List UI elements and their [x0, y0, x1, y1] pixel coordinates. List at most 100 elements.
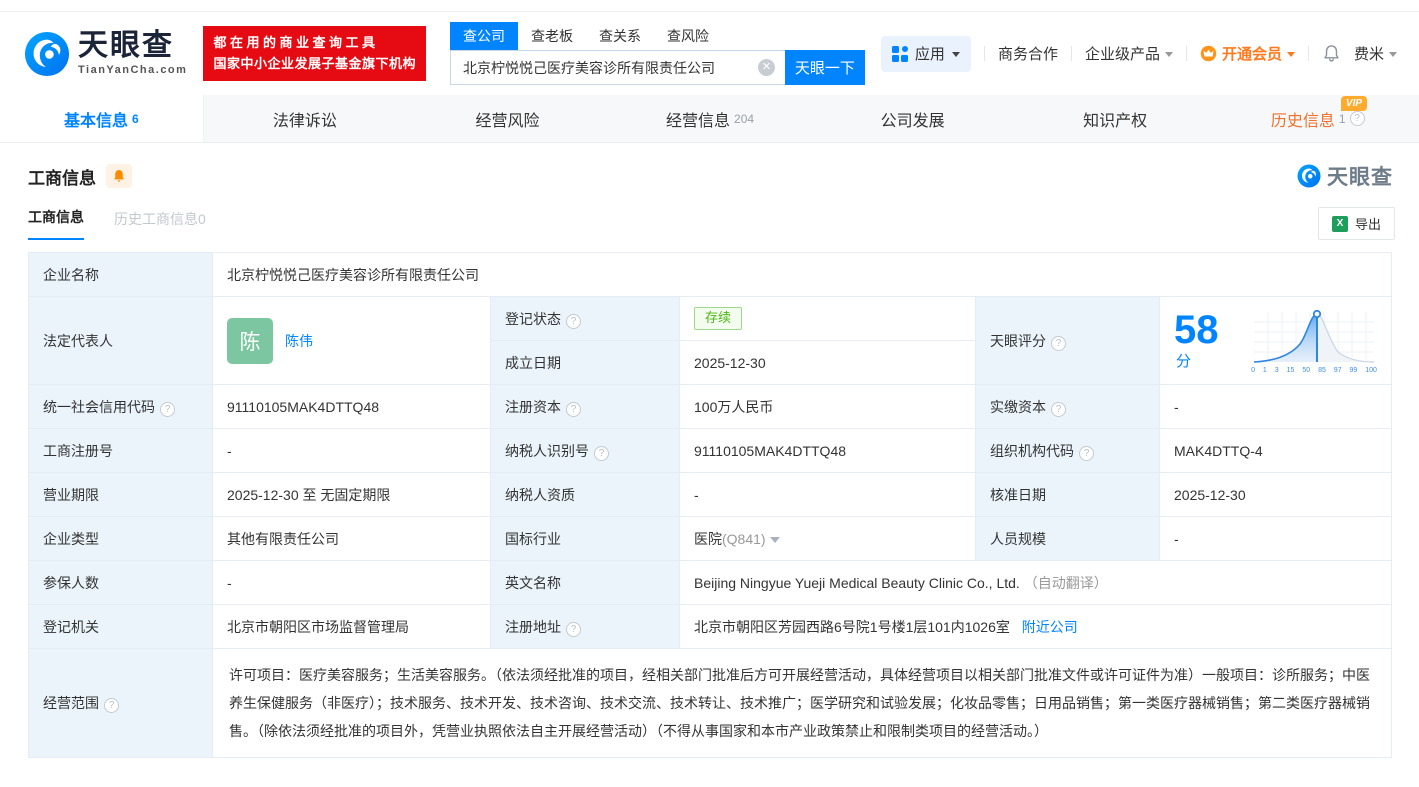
tab-label: 基本信息 [63, 112, 128, 130]
help-icon[interactable]: ? [1051, 335, 1066, 351]
business-term-label: 营业期限 [43, 486, 99, 503]
tab-intellectual-property[interactable]: 知识产权 [1014, 95, 1217, 142]
tianyancha-logo[interactable]: 天眼查 TianYanCha.com [24, 31, 187, 77]
search-button[interactable]: 天眼一下 [784, 50, 865, 85]
score-axis-ticks: 01 3 15 50 85 97 99 100 [1251, 366, 1377, 374]
tab-label: 知识产权 [1083, 112, 1148, 130]
business-info-table: 企业名称 北京柠悦悦己医疗美容诊所有限责任公司 法定代表人 陈 陈伟 登记状态?… [28, 252, 1393, 758]
divider [983, 46, 985, 61]
open-vip-label: 开通会员 [1221, 46, 1282, 63]
apps-menu-button[interactable]: 应用 [880, 35, 971, 72]
help-icon[interactable]: ? [1349, 111, 1365, 126]
english-name-note: （自动翻译） [1023, 574, 1108, 591]
open-vip-menu[interactable]: 开通会员 [1200, 43, 1295, 64]
promo-banner: 都在用的商业查询工具 国家中小企业发展子基金旗下机构 [203, 26, 426, 81]
apps-label: 应用 [914, 46, 945, 63]
search-tabs: 查公司 查老板 查关系 查风险 [449, 22, 865, 50]
table-row: 登记机关 北京市朝阳区市场监督管理局 注册地址? 北京市朝阳区芳园西路6号院1号… [28, 604, 1393, 649]
tianyancha-watermark-icon [1297, 164, 1321, 188]
apps-grid-icon [891, 45, 908, 62]
tab-history-info[interactable]: VIP 历史信息 1 ? [1216, 95, 1419, 142]
biz-cooperation-link[interactable]: 商务合作 [998, 43, 1058, 64]
help-icon[interactable]: ? [1051, 401, 1066, 417]
help-icon[interactable]: ? [594, 445, 609, 461]
section-title: 工商信息 [28, 168, 96, 188]
insured-count-label: 参保人数 [43, 574, 99, 591]
subtab-business-info[interactable]: 工商信息 [28, 207, 84, 240]
tab-basic-info[interactable]: 基本信息 6 [0, 95, 204, 142]
english-name-value: Beijing Ningyue Yueji Medical Beauty Cli… [694, 574, 1020, 591]
tab-count: 1 [1338, 111, 1346, 126]
help-icon[interactable]: ? [104, 698, 119, 713]
uscc-value: 91110105MAK4DTTQ48 [227, 398, 380, 415]
table-row: 参保人数 - 英文名称 Beijing Ningyue Yueji Medica… [28, 560, 1393, 605]
nearby-companies-link[interactable]: 附近公司 [1022, 619, 1078, 635]
tianyan-score: 58分 0 1 3 15 50 85 97 99 100 [1174, 304, 1377, 378]
tab-label: 公司发展 [880, 112, 945, 130]
search-tab-boss[interactable]: 查老板 [518, 22, 586, 50]
help-icon[interactable]: ? [566, 313, 581, 329]
subtab-row: 工商信息 历史工商信息0 X 导出 [0, 191, 1419, 240]
notification-bell-icon[interactable] [1322, 44, 1341, 63]
company-name-label: 企业名称 [43, 266, 99, 283]
help-icon[interactable]: ? [1079, 445, 1094, 461]
company-nav-tabs: 基本信息 6 法律诉讼 经营风险 经营信息 204 公司发展 知识产权 VIP … [0, 95, 1419, 143]
clear-search-icon[interactable]: ✕ [757, 59, 775, 76]
export-button[interactable]: X 导出 [1317, 207, 1395, 240]
legal-rep-avatar[interactable]: 陈 [227, 317, 273, 364]
chevron-down-icon [1389, 52, 1397, 57]
vip-badge: VIP [1340, 96, 1368, 111]
promo-line1: 都在用的商业查询工具 [213, 35, 379, 51]
monitor-bell-button[interactable] [106, 164, 132, 188]
search-input[interactable] [449, 50, 785, 85]
table-row: 经营范围? 许可项目：医疗美容服务；生活美容服务。（依法须经批准的项目，经相关部… [28, 648, 1393, 758]
subtab-history-business-info[interactable]: 历史工商信息0 [114, 209, 206, 240]
industry-label: 国标行业 [505, 530, 561, 547]
authority-label: 登记机关 [43, 618, 99, 635]
reg-no-label: 工商注册号 [43, 442, 113, 459]
tab-operation-risk[interactable]: 经营风险 [406, 95, 609, 142]
search-tab-risk[interactable]: 查风险 [654, 22, 722, 50]
top-divider [0, 0, 1419, 12]
help-icon[interactable]: ? [566, 401, 581, 417]
tab-legal-proceedings[interactable]: 法律诉讼 [204, 95, 407, 142]
tab-label: 经营信息 [666, 112, 731, 130]
taxpayer-id-label: 纳税人识别号 [505, 442, 589, 459]
establish-date-label: 成立日期 [505, 354, 561, 371]
search-tab-company[interactable]: 查公司 [449, 22, 518, 50]
divider [1070, 46, 1072, 61]
company-name-value: 北京柠悦悦己医疗美容诊所有限责任公司 [227, 266, 479, 283]
establish-date-value: 2025-12-30 [694, 354, 766, 371]
table-row: 企业类型 其他有限责任公司 国标行业 医院(Q841) 人员规模 - [28, 516, 1393, 561]
user-menu[interactable]: 费米 [1354, 43, 1397, 64]
username: 费米 [1353, 46, 1384, 63]
chevron-down-icon [1286, 52, 1295, 57]
status-badge: 存续 [694, 307, 743, 330]
chevron-down-icon [951, 52, 960, 57]
tab-label: 法律诉讼 [272, 112, 337, 130]
enterprise-products-menu[interactable]: 企业级产品 [1085, 43, 1173, 64]
chevron-down-icon[interactable] [769, 536, 780, 543]
approval-date-label: 核准日期 [990, 486, 1046, 503]
address-value: 北京市朝阳区芳园西路6号院1号楼1层101内1026室 [694, 618, 1010, 635]
business-scope-label: 经营范围 [43, 695, 99, 711]
tab-label: 历史信息 [1270, 112, 1335, 130]
legal-rep-label: 法定代表人 [43, 332, 113, 349]
company-type-value: 其他有限责任公司 [227, 530, 339, 547]
legal-rep-link[interactable]: 陈伟 [285, 331, 313, 351]
tab-operation-info[interactable]: 经营信息 204 [609, 95, 812, 142]
section-header: 工商信息 天眼查 [0, 143, 1419, 191]
help-icon[interactable]: ? [566, 621, 581, 637]
org-code-label: 组织机构代码 [990, 442, 1074, 459]
authority-value: 北京市朝阳区市场监督管理局 [227, 618, 409, 635]
help-icon[interactable]: ? [160, 401, 175, 417]
english-name-label: 英文名称 [505, 574, 561, 591]
search-block: 查公司 查老板 查关系 查风险 ✕ 天眼一下 [449, 22, 865, 85]
reg-capital-value: 100万人民币 [694, 398, 774, 415]
table-row: 工商注册号 - 纳税人识别号? 91110105MAK4DTTQ48 组织机构代… [28, 428, 1393, 473]
taxpayer-quality-label: 纳税人资质 [505, 486, 575, 503]
approval-date-value: 2025-12-30 [1174, 486, 1246, 503]
company-type-label: 企业类型 [43, 530, 99, 547]
tab-company-development[interactable]: 公司发展 [811, 95, 1014, 142]
search-tab-relation[interactable]: 查关系 [586, 22, 654, 50]
